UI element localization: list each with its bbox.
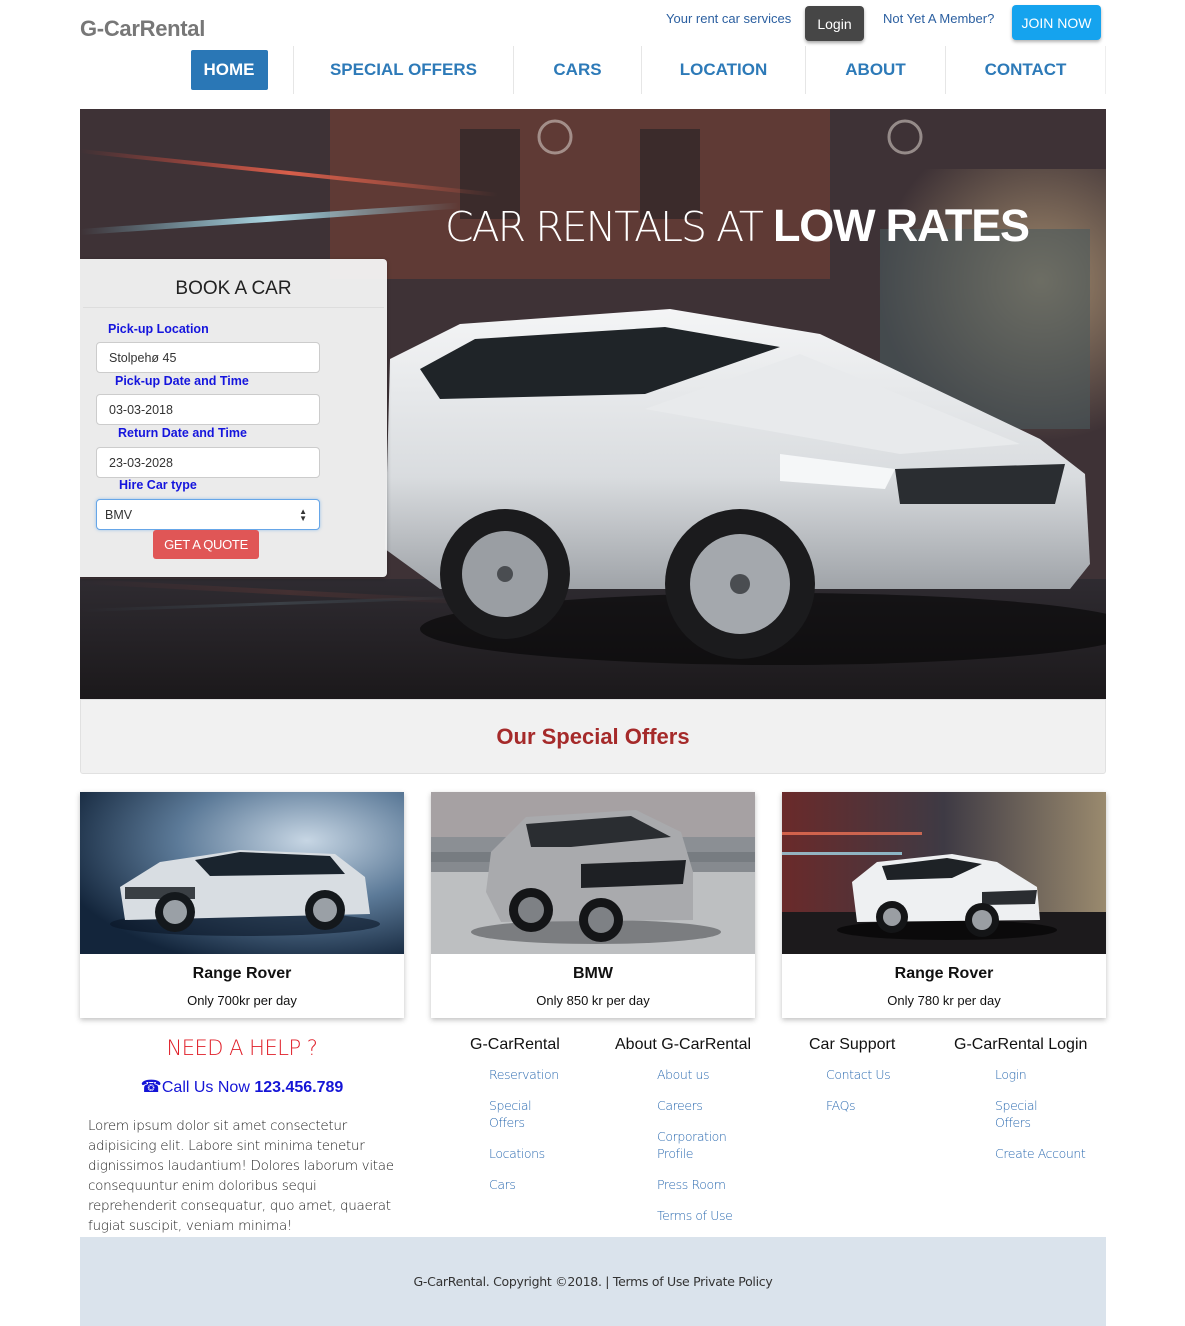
phone-icon: ☎ xyxy=(140,1077,162,1096)
hero-headline: CAR RENTALS AT LOW RATES xyxy=(445,200,1030,252)
footer-link-terms[interactable]: Terms of Use xyxy=(657,1207,737,1224)
nav-item-special-offers[interactable]: SPECIAL OFFERS xyxy=(294,46,514,94)
bottom-footer: G-CarRental. Copyright ©2018. | Terms of… xyxy=(80,1237,1106,1326)
footer-terms-link[interactable]: Terms of Use xyxy=(613,1274,690,1289)
select-arrows-icon: ▲ ▼ xyxy=(299,506,307,523)
nav-location-label: LOCATION xyxy=(679,60,768,79)
footer-links: Contact Us FAQs xyxy=(809,1066,906,1114)
footer-link-careers[interactable]: Careers xyxy=(657,1097,737,1114)
phone-number: 123.456.789 xyxy=(254,1079,344,1096)
footer-link-contact-us[interactable]: Contact Us xyxy=(826,1066,906,1083)
offer-card-bmw[interactable]: BMW Only 850 kr per day xyxy=(431,792,755,1018)
footer-links: Reservation Special Offers Locations Car… xyxy=(470,1066,569,1193)
copyright-text: G-CarRental. Copyright ©2018. | xyxy=(413,1274,613,1289)
special-offers-title: Our Special Offers xyxy=(496,723,690,749)
join-now-button[interactable]: JOIN NOW xyxy=(1012,5,1101,40)
nav-about-label: ABOUT xyxy=(845,60,906,79)
offer-card-name: Range Rover xyxy=(894,965,994,982)
pickup-location-label: Pick-up Location xyxy=(108,322,209,336)
car-type-select[interactable]: BMV ▲ ▼ xyxy=(96,499,320,530)
footer-link-special-offers[interactable]: Special Offers xyxy=(489,1097,569,1131)
footer-links: About us Careers Corporation Profile Pre… xyxy=(615,1066,751,1224)
footer-link-login[interactable]: Login xyxy=(995,1066,1075,1083)
offer-card-price: Only 700kr per day xyxy=(187,993,297,1008)
hero-headline-bold: LOW RATES xyxy=(773,200,1030,251)
footer-link-special-offers[interactable]: Special Offers xyxy=(995,1097,1075,1131)
offer-card-range-rover-evoque[interactable]: Range Rover Only 780 kr per day xyxy=(782,792,1106,1018)
main-nav: HOME SPECIAL OFFERS CARS LOCATION ABOUT … xyxy=(165,46,1106,94)
footer-link-corporation-profile[interactable]: Corporation Profile xyxy=(657,1128,727,1162)
footer-link-locations[interactable]: Locations xyxy=(489,1145,569,1162)
nav-item-about[interactable]: ABOUT xyxy=(806,46,946,94)
offer-card-range-rover[interactable]: Range Rover Only 700kr per day xyxy=(80,792,404,1018)
member-prompt: Not Yet A Member? xyxy=(883,11,995,26)
hero-banner: CAR RENTALS AT LOW RATES BOOK A CAR Pick… xyxy=(80,109,1106,699)
footer-column-support: Car Support Contact Us FAQs xyxy=(809,1036,906,1128)
footer-link-cars[interactable]: Cars xyxy=(489,1176,569,1193)
footer-column-title: About G-CarRental xyxy=(615,1036,752,1053)
copyright-line: G-CarRental. Copyright ©2018. | Terms of… xyxy=(414,1274,773,1289)
nav-item-contact[interactable]: CONTACT xyxy=(946,46,1106,94)
footer-privacy-link[interactable]: Private Policy xyxy=(689,1274,773,1289)
offer-card-price: Only 850 kr per day xyxy=(536,993,650,1008)
offer-card-name: BMW xyxy=(573,965,613,982)
offer-card-image xyxy=(80,792,404,954)
footer-link-reservation[interactable]: Reservation xyxy=(489,1066,569,1083)
site-logo[interactable]: G-CarRental xyxy=(80,16,205,42)
offer-card-image xyxy=(431,792,755,954)
booking-panel: BOOK A CAR Pick-up Location Stolpehø 45 … xyxy=(80,259,387,577)
hero-headline-thin: CAR RENTALS AT xyxy=(445,203,774,251)
offer-card-name: Range Rover xyxy=(192,965,292,982)
nav-item-home[interactable]: HOME xyxy=(165,46,294,94)
offer-card-image xyxy=(782,792,1106,954)
get-quote-button[interactable]: GET A QUOTE xyxy=(153,530,259,559)
call-us-text: Call Us Now xyxy=(161,1079,255,1096)
footer-column-company: G-CarRental Reservation Special Offers L… xyxy=(470,1036,569,1207)
nav-cars-label: CARS xyxy=(553,60,602,79)
pickup-date-label: Pick-up Date and Time xyxy=(115,374,249,388)
pickup-location-input[interactable]: Stolpehø 45 xyxy=(96,342,320,373)
return-date-input[interactable]: 23-03-2028 xyxy=(96,447,320,478)
nav-item-cars[interactable]: CARS xyxy=(514,46,642,94)
help-title: NEED A HELP ? xyxy=(166,1036,318,1060)
footer-link-create-account[interactable]: Create Account xyxy=(995,1145,1095,1162)
footer-links: Login Special Offers Create Account xyxy=(954,1066,1095,1162)
tagline: Your rent car services xyxy=(666,11,792,26)
footer-link-faqs[interactable]: FAQs xyxy=(826,1097,906,1114)
nav-contact-label: CONTACT xyxy=(984,60,1067,79)
car-type-value: BMV xyxy=(105,507,133,522)
footer-link-about-us[interactable]: About us xyxy=(657,1066,737,1083)
footer-link-press-room[interactable]: Press Room xyxy=(657,1176,737,1193)
nav-special-offers-label: SPECIAL OFFERS xyxy=(329,60,478,79)
footer-column-title: G-CarRental Login xyxy=(954,1036,1088,1053)
call-us-line[interactable]: ☎Call Us Now 123.456.789 xyxy=(80,1077,404,1097)
help-body-text: Lorem ipsum dolor sit amet consectetur a… xyxy=(88,1118,394,1234)
nav-item-location[interactable]: LOCATION xyxy=(642,46,806,94)
car-type-label: Hire Car type xyxy=(119,478,197,492)
login-button[interactable]: Login xyxy=(805,6,864,41)
footer-column-title: Car Support xyxy=(809,1036,896,1053)
return-date-label: Return Date and Time xyxy=(118,426,247,440)
special-offers-band: Our Special Offers xyxy=(80,699,1106,774)
footer-column-title: G-CarRental xyxy=(470,1036,560,1053)
booking-title: BOOK A CAR xyxy=(83,278,384,308)
offer-card-price: Only 780 kr per day xyxy=(887,993,1001,1008)
footer-column-about: About G-CarRental About us Careers Corpo… xyxy=(615,1036,751,1238)
pickup-date-input[interactable]: 03-03-2018 xyxy=(96,394,320,425)
nav-home-label: HOME xyxy=(190,50,268,90)
footer-column-login: G-CarRental Login Login Special Offers C… xyxy=(954,1036,1095,1176)
